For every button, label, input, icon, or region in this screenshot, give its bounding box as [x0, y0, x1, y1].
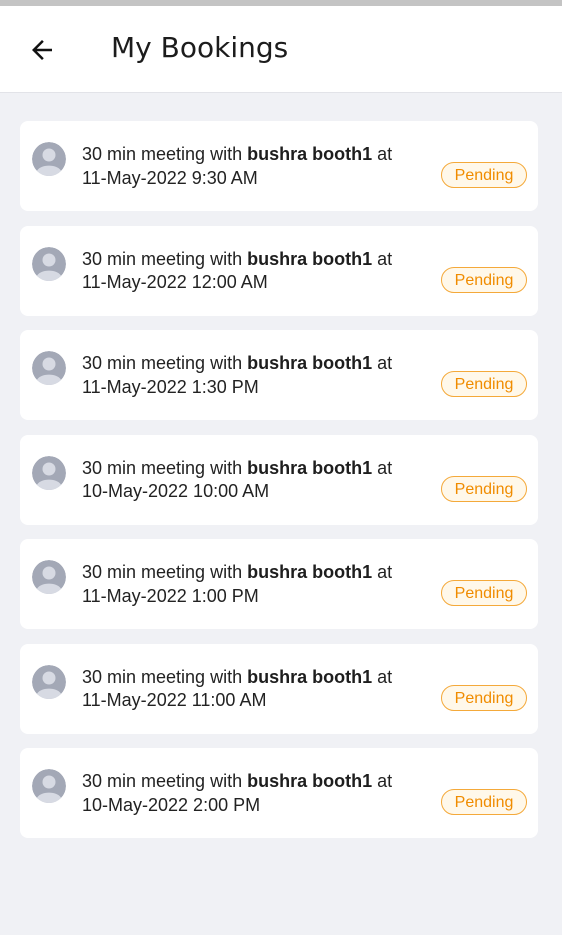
booking-datetime: 10-May-2022 2:00 PM: [82, 794, 261, 815]
booking-datetime: 11-May-2022 1:30 PM: [82, 376, 259, 397]
status-badge: Pending: [441, 684, 527, 711]
status-badge: Pending: [441, 475, 527, 502]
user-placeholder-icon: [32, 351, 66, 385]
avatar: [32, 351, 66, 385]
booking-suffix: at: [372, 562, 393, 582]
booking-card[interactable]: 30 min meeting with bushra booth1 at 11-…: [20, 539, 538, 629]
booking-attendee: bushra booth1: [247, 457, 373, 478]
booking-text: 30 min meeting with bushra booth1 at 10-…: [82, 457, 432, 504]
status-badge: Pending: [441, 162, 527, 188]
booking-suffix: at: [372, 771, 393, 791]
booking-prefix: 30 min meeting with: [82, 562, 248, 582]
booking-prefix: 30 min meeting with: [82, 771, 248, 791]
booking-suffix: at: [372, 353, 393, 373]
avatar: [32, 560, 66, 594]
user-placeholder-icon: [32, 455, 66, 490]
avatar: [32, 455, 66, 490]
booking-card[interactable]: 30 min meeting with bushra booth1 at 11-…: [20, 643, 538, 734]
booking-text: 30 min meeting with bushra booth1 at 11-…: [82, 666, 432, 713]
booking-card[interactable]: 30 min meeting with bushra booth1 at 11-…: [20, 330, 538, 420]
booking-attendee: bushra booth1: [247, 666, 373, 687]
booking-suffix: at: [372, 144, 393, 164]
arrow-left-icon: [32, 40, 52, 60]
booking-suffix: at: [372, 666, 393, 687]
user-placeholder-icon: [32, 664, 66, 699]
booking-datetime: 11-May-2022 12:00 AM: [82, 272, 268, 292]
user-placeholder-icon: [32, 142, 66, 176]
booking-text: 30 min meeting with bushra booth1 at 11-…: [82, 561, 432, 608]
avatar: [32, 246, 66, 281]
avatar: [32, 142, 66, 176]
avatar: [32, 769, 66, 803]
booking-card[interactable]: 30 min meeting with bushra booth1 at 10-…: [20, 434, 538, 525]
booking-prefix: 30 min meeting with: [82, 353, 248, 373]
booking-card[interactable]: 30 min meeting with bushra booth1 at 11-…: [20, 121, 538, 211]
page-title: My Bookings: [111, 31, 289, 64]
booking-attendee: bushra booth1: [247, 771, 373, 791]
booking-text: 30 min meeting with bushra booth1 at 11-…: [82, 248, 432, 295]
status-badge: Pending: [441, 789, 527, 815]
booking-attendee: bushra booth1: [247, 144, 373, 164]
booking-card[interactable]: 30 min meeting with bushra booth1 at 10-…: [20, 748, 538, 838]
booking-card[interactable]: 30 min meeting with bushra booth1 at 11-…: [20, 225, 538, 316]
booking-prefix: 30 min meeting with: [82, 457, 248, 478]
booking-prefix: 30 min meeting with: [82, 248, 248, 269]
back-button[interactable]: [22, 30, 62, 70]
status-badge: Pending: [441, 266, 527, 293]
booking-datetime: 11-May-2022 9:30 AM: [82, 167, 258, 188]
booking-attendee: bushra booth1: [247, 353, 373, 373]
booking-prefix: 30 min meeting with: [82, 144, 248, 164]
user-placeholder-icon: [32, 246, 66, 281]
bookings-list: 30 min meeting with bushra booth1 at 11-…: [20, 121, 538, 853]
booking-suffix: at: [372, 457, 393, 478]
avatar: [32, 664, 66, 699]
status-badge: Pending: [441, 371, 527, 397]
booking-datetime: 11-May-2022 11:00 AM: [82, 690, 267, 710]
booking-attendee: bushra booth1: [247, 562, 373, 582]
booking-datetime: 10-May-2022 10:00 AM: [82, 481, 270, 501]
booking-text: 30 min meeting with bushra booth1 at 10-…: [82, 770, 432, 817]
booking-prefix: 30 min meeting with: [82, 666, 248, 687]
booking-attendee: bushra booth1: [247, 248, 373, 269]
booking-text: 30 min meeting with bushra booth1 at 11-…: [82, 143, 432, 190]
booking-suffix: at: [372, 248, 393, 269]
status-badge: Pending: [441, 580, 527, 606]
user-placeholder-icon: [32, 560, 66, 594]
user-placeholder-icon: [32, 769, 66, 803]
app-header: My Bookings: [0, 6, 562, 93]
booking-datetime: 11-May-2022 1:00 PM: [82, 585, 259, 606]
booking-text: 30 min meeting with bushra booth1 at 11-…: [82, 352, 432, 399]
